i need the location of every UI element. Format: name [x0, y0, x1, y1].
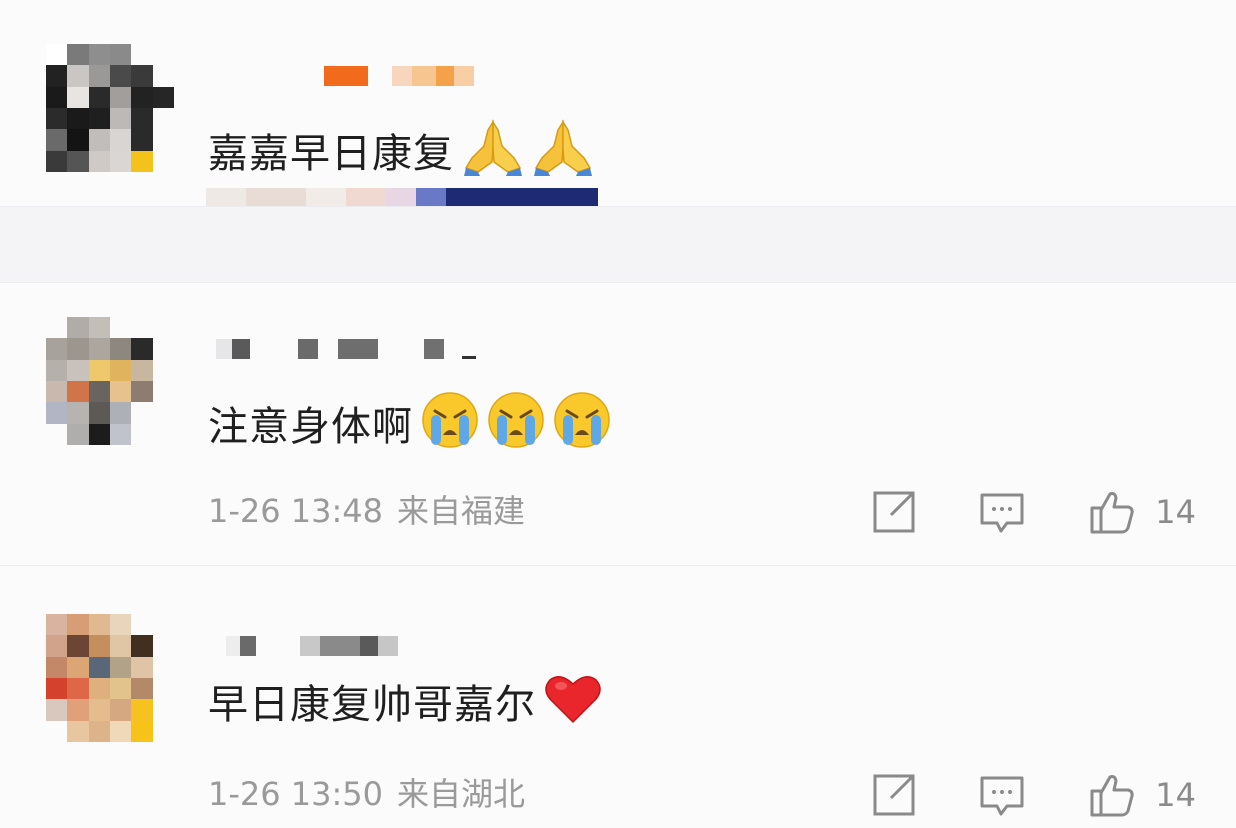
share-button[interactable]: [869, 770, 919, 820]
reply-button[interactable]: [977, 487, 1027, 537]
comment-location: 来自福建: [397, 492, 526, 530]
username-blurred[interactable]: [226, 636, 398, 656]
crying-face-icon: [487, 391, 545, 462]
share-icon: [873, 491, 915, 533]
reply-button[interactable]: [977, 770, 1027, 820]
comment-actions: 14: [869, 487, 1196, 537]
pray-hands-icon: [532, 118, 594, 189]
avatar[interactable]: [46, 44, 174, 172]
red-heart-icon: [544, 672, 602, 737]
comment-text: 注意身体啊: [208, 391, 611, 462]
like-count: 14: [1155, 493, 1196, 531]
share-icon: [873, 774, 915, 816]
comment-card-3: 早日康复帅哥嘉尔 1-26 13:50 来自湖北 14: [0, 566, 1236, 828]
like-button[interactable]: [1087, 487, 1137, 537]
comment-text-body: 嘉嘉早日康复: [208, 130, 454, 177]
comment-text-body: 早日康复帅哥嘉尔: [208, 681, 536, 728]
pray-hands-icon: [462, 118, 524, 189]
comment-meta: 1-26 13:50 来自湖北: [208, 774, 525, 814]
thumbs-up-icon: [1090, 492, 1134, 534]
comment-meta: 1-26 13:48 来自福建: [208, 491, 525, 531]
comment-actions: 14: [869, 770, 1196, 820]
avatar[interactable]: [46, 317, 174, 445]
comment-bubble-icon: [980, 493, 1024, 533]
username-blurred[interactable]: [216, 339, 476, 359]
comment-card-1: 嘉嘉早日康复: [0, 0, 1236, 207]
comment-card-2: 注意身体啊 1-26 13:48 来自福建 14: [0, 282, 1236, 566]
comment-time: 1-26 13:50: [208, 775, 384, 813]
comment-text: 嘉嘉早日康复: [208, 118, 594, 189]
comment-bubble-icon: [980, 776, 1024, 816]
thumbs-up-icon: [1090, 775, 1134, 817]
comment-location: 来自湖北: [397, 775, 526, 813]
like-count: 14: [1155, 776, 1196, 814]
comment-text: 早日康复帅哥嘉尔: [208, 672, 602, 737]
avatar[interactable]: [46, 614, 174, 742]
username-blurred[interactable]: [324, 66, 474, 86]
crying-face-icon: [421, 391, 479, 462]
blurred-strip: [206, 188, 598, 206]
comment-time: 1-26 13:48: [208, 492, 384, 530]
comment-text-body: 注意身体啊: [208, 403, 413, 450]
crying-face-icon: [553, 391, 611, 462]
share-button[interactable]: [869, 487, 919, 537]
like-button[interactable]: [1087, 770, 1137, 820]
